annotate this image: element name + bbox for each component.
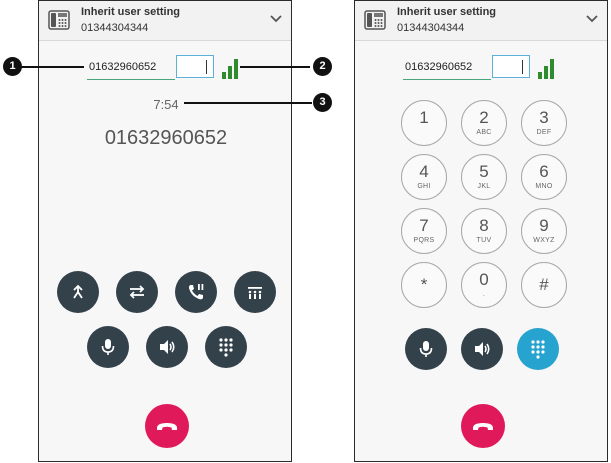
hold-button[interactable]	[175, 271, 217, 313]
dialpad-key-0[interactable]: 0.	[461, 262, 507, 308]
dialpad-key-hash[interactable]: #	[521, 262, 567, 308]
number-edit-input[interactable]	[492, 55, 530, 78]
dial-number-field[interactable]: 01632960652	[403, 56, 491, 80]
speaker-icon	[160, 340, 175, 354]
dialpad-key-2[interactable]: 2 ABC	[461, 100, 507, 146]
microphone-icon	[101, 339, 115, 355]
speaker-icon	[475, 342, 490, 356]
call-timer: 7:54	[153, 97, 179, 112]
park-call-button[interactable]	[57, 271, 99, 313]
line-selector-header[interactable]: Inherit user setting 01344304344	[39, 1, 291, 41]
signal-strength-icon	[538, 57, 556, 79]
line-selector-header[interactable]: Inherit user setting 01344304344	[355, 1, 607, 41]
callout-line-1	[20, 66, 84, 68]
dialpad-key-3[interactable]: 3 DEF	[521, 100, 567, 146]
keypad-icon	[531, 340, 545, 359]
mute-button[interactable]	[87, 326, 129, 368]
signal-strength-icon	[222, 57, 240, 79]
caller-number: 01632960652	[104, 127, 228, 149]
hang-up-icon	[157, 423, 177, 430]
in-call-panel: Inherit user setting 01344304344 0163296…	[38, 0, 292, 462]
chevron-down-icon[interactable]	[585, 12, 599, 26]
speaker-button[interactable]	[461, 328, 503, 370]
transfer-button[interactable]	[116, 271, 158, 313]
dialpad-key-6[interactable]: 6 MNO	[521, 154, 567, 200]
number-edit-input[interactable]	[176, 55, 214, 78]
hang-up-button[interactable]	[145, 404, 189, 448]
dialpad-key-4[interactable]: 4 GHI	[401, 154, 447, 200]
dialpad-key-star[interactable]: *	[401, 262, 447, 308]
dial-number-field[interactable]: 01632960652	[87, 56, 175, 80]
dialpad-key-7[interactable]: 7 PQRS	[401, 208, 447, 254]
callout-badge-3: 3	[313, 93, 332, 112]
park-icon	[73, 284, 83, 299]
transfer-arrows-icon	[129, 285, 145, 299]
keypad-button[interactable]	[205, 326, 247, 368]
mute-button[interactable]	[405, 328, 447, 370]
phone-pause-icon	[189, 284, 204, 300]
line-number: 01344304344	[81, 22, 149, 34]
line-title: Inherit user setting	[81, 6, 181, 18]
line-number: 01344304344	[397, 22, 465, 34]
dialpad-key-9[interactable]: 9 WXYZ	[521, 208, 567, 254]
desk-phone-icon	[364, 10, 386, 30]
dialpad-key-5[interactable]: 5 JKL	[461, 154, 507, 200]
dialpad-key-1[interactable]: 1	[401, 100, 447, 146]
callout-line-3	[184, 102, 312, 104]
hang-up-button[interactable]	[461, 404, 505, 448]
conference-icon	[248, 287, 262, 299]
keypad-icon	[219, 338, 233, 357]
chevron-down-icon[interactable]	[269, 12, 283, 26]
callout-line-2	[240, 66, 310, 68]
dialpad-panel: Inherit user setting 01344304344 0163296…	[354, 0, 608, 462]
hang-up-icon	[473, 423, 493, 430]
callout-badge-1: 1	[3, 57, 22, 76]
line-title: Inherit user setting	[397, 6, 497, 18]
conference-button[interactable]	[234, 271, 276, 313]
microphone-icon	[419, 341, 433, 357]
speaker-button[interactable]	[146, 326, 188, 368]
callout-badge-2: 2	[313, 57, 332, 76]
dialpad-key-8[interactable]: 8 TUV	[461, 208, 507, 254]
keypad-button[interactable]	[517, 328, 559, 370]
desk-phone-icon	[48, 10, 70, 30]
